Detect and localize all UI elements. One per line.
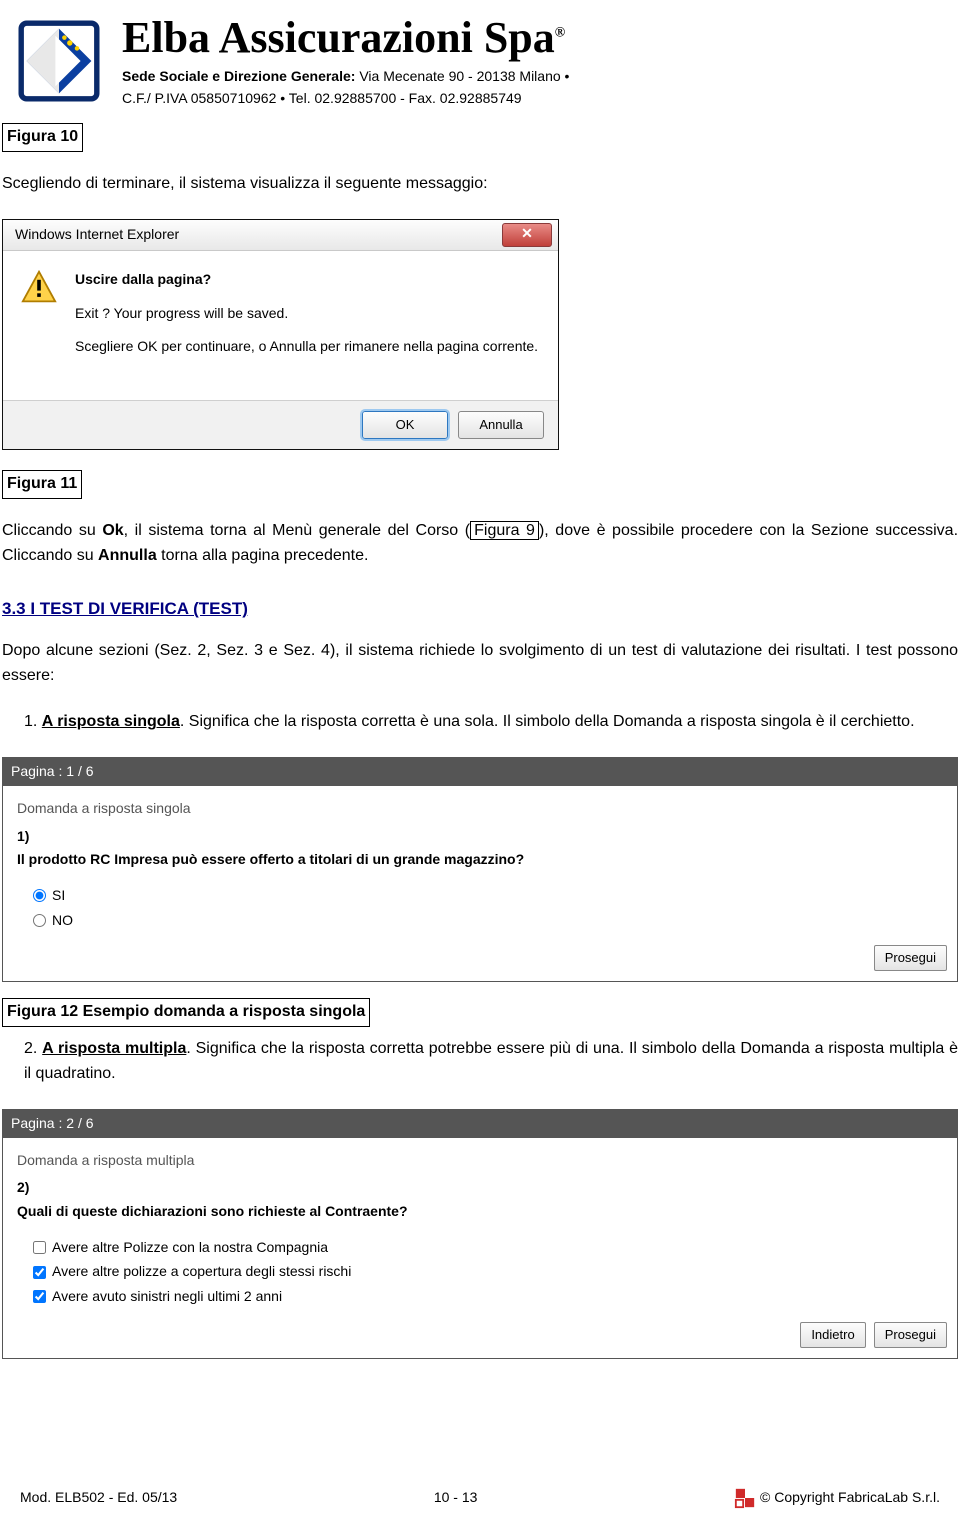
company-name: Elba Assicurazioni Spa [122, 13, 555, 62]
figure-10-label: Figura 10 [2, 123, 83, 152]
quiz-type-label: Domanda a risposta singola [17, 798, 943, 820]
quiz-options: SI NO [33, 885, 943, 931]
prosegui-button[interactable]: Prosegui [874, 945, 947, 971]
brand-title: Elba Assicurazioni Spa® [122, 16, 946, 60]
dialog-title: Windows Internet Explorer [15, 224, 179, 246]
prosegui-button[interactable]: Prosegui [874, 1322, 947, 1348]
checkbox-1[interactable] [33, 1241, 46, 1254]
quiz-question: Quali di queste dichiarazioni sono richi… [17, 1201, 943, 1223]
company-logo [14, 16, 104, 106]
text-fragment: , il sistema torna al Menù generale del … [124, 522, 470, 539]
option-label: Avere altre Polizze con la nostra Compag… [52, 1237, 328, 1259]
ie-dialog: Windows Internet Explorer ✕ Uscire dalla… [2, 219, 559, 450]
ok-bold: Ok [102, 522, 123, 539]
dialog-line-3: Scegliere OK per continuare, o Annulla p… [75, 336, 538, 358]
quiz-page-indicator: Pagina : 1 / 6 [3, 758, 957, 786]
option-label: Avere avuto sinistri negli ultimi 2 anni [52, 1286, 282, 1308]
option-label: SI [52, 885, 65, 907]
checkbox-3[interactable] [33, 1290, 46, 1303]
quiz-question: Il prodotto RC Impresa può essere offert… [17, 849, 943, 871]
answer-type-single: A risposta singola [42, 713, 180, 730]
brand-address: Sede Sociale e Direzione Generale: Via M… [122, 66, 946, 109]
close-button[interactable]: ✕ [502, 223, 552, 247]
option-label: Avere altre polizze a copertura degli st… [52, 1261, 351, 1283]
checkbox-2[interactable] [33, 1266, 46, 1279]
page-header: Elba Assicurazioni Spa® Sede Sociale e D… [0, 0, 960, 113]
indietro-button[interactable]: Indietro [800, 1322, 865, 1348]
quiz-panel-multiple: Pagina : 2 / 6 Domanda a risposta multip… [2, 1109, 958, 1359]
footer-right: © Copyright FabricaLab S.r.l. [734, 1487, 940, 1509]
figure-9-ref: Figura 9 [470, 521, 539, 540]
dialog-line-2: Exit ? Your progress will be saved. [75, 303, 538, 325]
option-1[interactable]: Avere altre Polizze con la nostra Compag… [33, 1237, 943, 1259]
list-num: 2. [24, 1040, 42, 1057]
list-num: 1. [24, 713, 42, 730]
option-3[interactable]: Avere avuto sinistri negli ultimi 2 anni [33, 1286, 943, 1308]
list-item-2: 2. A risposta multipla. Significa che la… [24, 1037, 958, 1087]
figure-12-label: Figura 12 Esempio domanda a risposta sin… [2, 998, 370, 1027]
radio-si[interactable] [33, 889, 46, 902]
option-label: NO [52, 910, 73, 932]
page-footer: Mod. ELB502 - Ed. 05/13 10 - 13 © Copyri… [0, 1487, 960, 1509]
tests-intro: Dopo alcune sezioni (Sez. 2, Sez. 3 e Se… [2, 639, 958, 689]
list-text: . Significa che la risposta corretta è u… [180, 713, 915, 730]
option-2[interactable]: Avere altre polizze a copertura degli st… [33, 1261, 943, 1283]
dialog-line-1: Uscire dalla pagina? [75, 269, 538, 291]
dialog-text: Uscire dalla pagina? Exit ? Your progres… [75, 269, 538, 370]
text-fragment: torna alla pagina precedente. [157, 547, 369, 564]
answer-type-multiple: A risposta multipla [42, 1040, 186, 1057]
contact-line: C.F./ P.IVA 05850710962 • Tel. 02.928857… [122, 90, 522, 106]
ok-button[interactable]: OK [362, 411, 448, 439]
address-value: Via Mecenate 90 - 20138 Milano • [355, 68, 569, 84]
list-item-1: 1. A risposta singola. Significa che la … [24, 710, 958, 735]
dialog-button-bar: OK Annulla [3, 400, 558, 449]
quiz-page-indicator: Pagina : 2 / 6 [3, 1110, 957, 1138]
quiz-number: 1) [17, 826, 943, 848]
footer-center: 10 - 13 [434, 1487, 478, 1509]
option-si[interactable]: SI [33, 885, 943, 907]
text-fragment: Cliccando su [2, 522, 102, 539]
footer-left: Mod. ELB502 - Ed. 05/13 [20, 1487, 177, 1509]
registered-mark: ® [555, 25, 565, 40]
radio-no[interactable] [33, 914, 46, 927]
figure-11-label: Figura 11 [2, 470, 82, 499]
address-label: Sede Sociale e Direzione Generale: [122, 68, 355, 84]
warning-icon [21, 269, 57, 305]
option-no[interactable]: NO [33, 910, 943, 932]
quiz-panel-single: Pagina : 1 / 6 Domanda a risposta singol… [2, 757, 958, 982]
intro-paragraph: Scegliendo di terminare, il sistema visu… [2, 172, 958, 197]
dialog-titlebar: Windows Internet Explorer ✕ [3, 220, 558, 251]
fabricalab-logo-icon [734, 1487, 756, 1509]
paragraph-after-dialog: Cliccando su Ok, il sistema torna al Men… [2, 519, 958, 569]
annulla-bold: Annulla [98, 547, 157, 564]
footer-copyright: © Copyright FabricaLab S.r.l. [760, 1487, 940, 1509]
quiz-number: 2) [17, 1177, 943, 1199]
cancel-button[interactable]: Annulla [458, 411, 544, 439]
section-heading: 3.3 I TEST DI VERIFICA (TEST) [2, 596, 958, 622]
quiz-type-label: Domanda a risposta multipla [17, 1150, 943, 1172]
quiz-options: Avere altre Polizze con la nostra Compag… [33, 1237, 943, 1308]
